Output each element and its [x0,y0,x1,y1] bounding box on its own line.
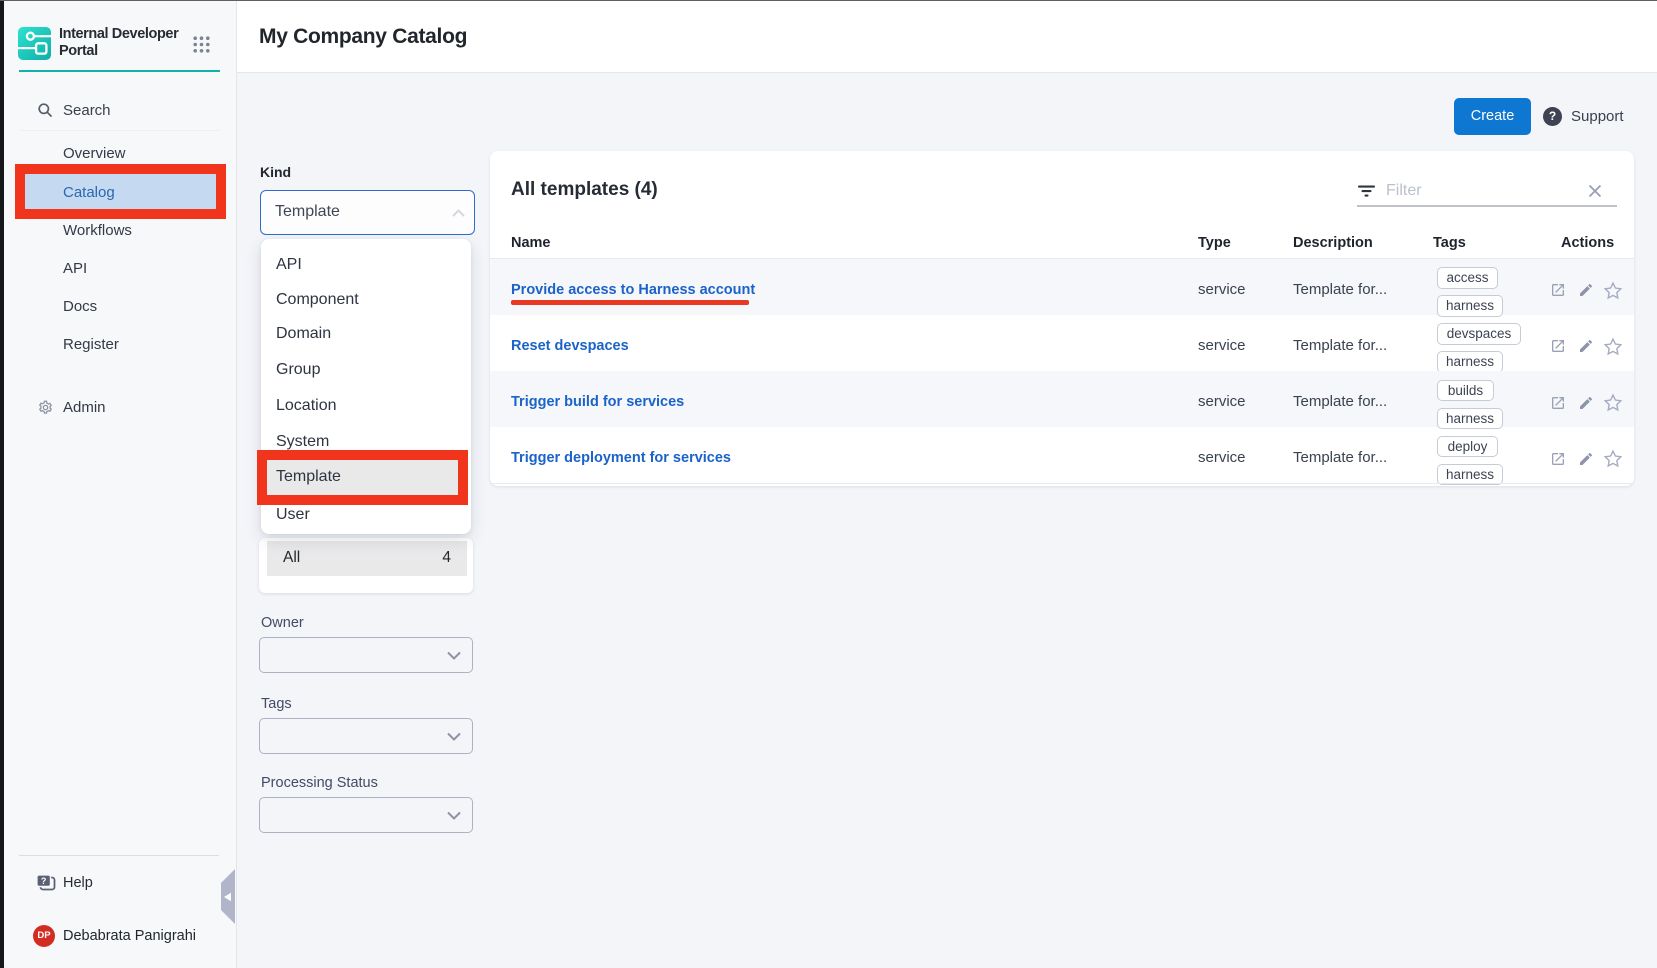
svg-text:?: ? [41,876,47,886]
